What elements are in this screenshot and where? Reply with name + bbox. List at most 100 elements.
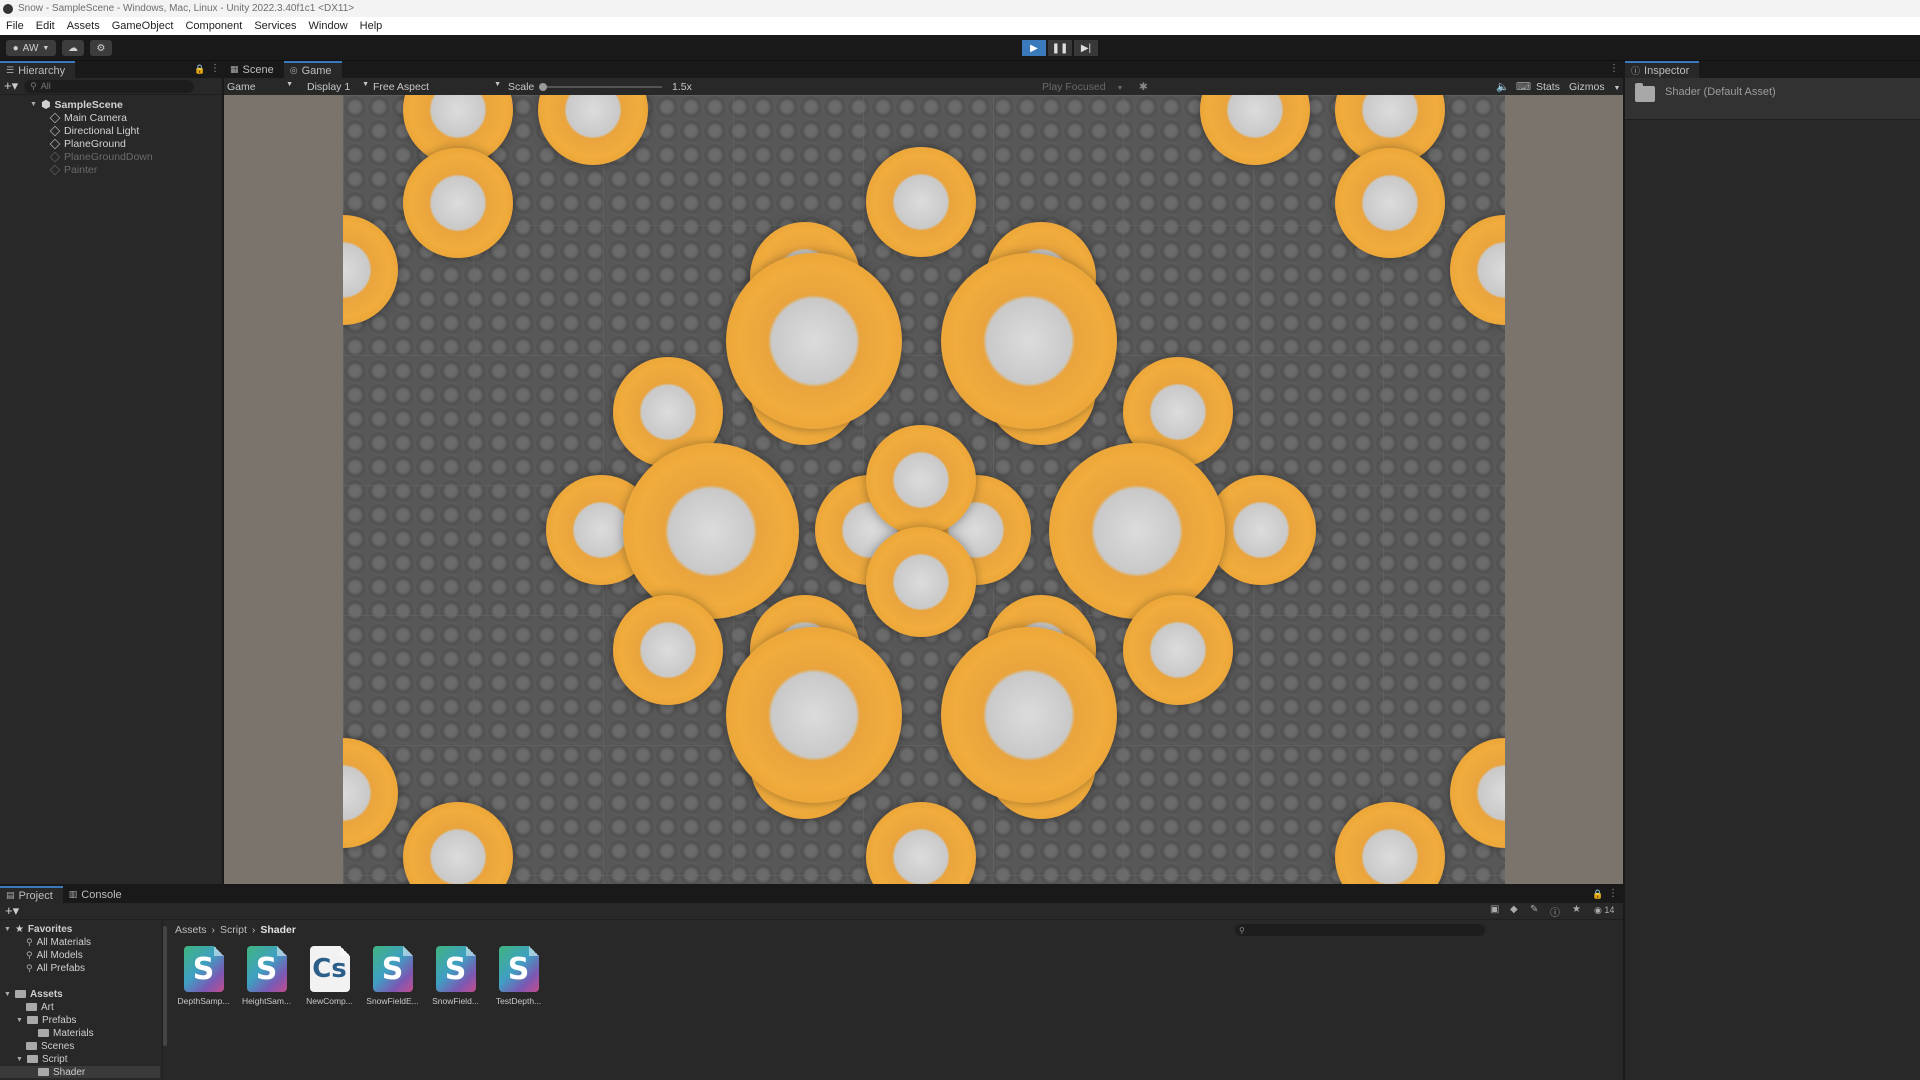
cloud-button[interactable]: ☁ xyxy=(62,40,84,56)
scale-value: 1.5x xyxy=(672,80,692,93)
tab-inspector-label: Inspector xyxy=(1644,64,1690,77)
gameobject-icon xyxy=(49,164,61,175)
asset-item[interactable]: S SnowFieldE... xyxy=(366,946,419,1006)
favorite-all-models[interactable]: ⚲ All Models xyxy=(26,949,83,961)
orb xyxy=(726,253,902,429)
tab-hierarchy[interactable]: ☰ Hierarchy xyxy=(0,61,76,78)
folder-script[interactable]: ▼ Script xyxy=(16,1053,68,1065)
menu-services[interactable]: Services xyxy=(254,20,296,32)
add-icon[interactable]: +▾ xyxy=(5,903,19,919)
tab-console[interactable]: ▥ Console xyxy=(63,886,132,903)
star-icon: ★ xyxy=(14,923,24,935)
asset-grid: S DepthSamp... S HeightSam... Cs NewComp… xyxy=(178,946,542,1006)
favorites-row[interactable]: ▼ ★ Favorites xyxy=(4,923,72,935)
assets-root-row[interactable]: ▼ Assets xyxy=(4,988,63,1000)
favorite-all-materials[interactable]: ⚲ All Materials xyxy=(26,936,91,948)
asset-item[interactable]: S HeightSam... xyxy=(242,946,291,1006)
asset-item[interactable]: S TestDepth... xyxy=(495,946,542,1006)
tab-project-label: Project xyxy=(18,889,53,902)
hierarchy-item-planegrounddown[interactable]: PlaneGroundDown xyxy=(49,150,153,163)
project-search-input[interactable]: ⚲ xyxy=(1235,924,1485,936)
hierarchy-item-label: Painter xyxy=(64,163,98,176)
breadcrumb-script[interactable]: Script xyxy=(220,924,247,936)
title-bar: Snow - SampleScene - Windows, Mac, Linux… xyxy=(0,0,1920,17)
mode-dropdown[interactable]: Game ▼ xyxy=(227,81,297,93)
more-icon[interactable]: ⋮ xyxy=(1609,63,1619,74)
scale-slider[interactable] xyxy=(539,83,662,91)
step-button[interactable]: ▶| xyxy=(1074,40,1098,56)
lock-icon[interactable]: 🔒 xyxy=(194,64,205,75)
menu-gameobject[interactable]: GameObject xyxy=(112,20,174,32)
account-button[interactable]: ● AW ▼ xyxy=(6,40,56,56)
aspect-label: Free Aspect xyxy=(373,80,430,93)
play-focused-dropdown[interactable]: Play Focused ▼ xyxy=(1042,81,1123,93)
tab-inspector[interactable]: ⓘ Inspector xyxy=(1625,61,1700,78)
mute-audio-icon[interactable]: 🔈 xyxy=(1496,80,1509,93)
gameobject-icon xyxy=(49,151,61,162)
hierarchy-item-directional-light[interactable]: Directional Light xyxy=(49,124,139,137)
asset-item[interactable]: S SnowField... xyxy=(432,946,479,1006)
pause-button[interactable]: ❚❚ xyxy=(1048,40,1072,56)
shader-file-icon: S xyxy=(498,946,539,992)
add-icon[interactable]: +▾ xyxy=(4,78,18,94)
filter-type-icon[interactable]: ▣ xyxy=(1490,904,1499,915)
expand-arrow-icon: ▼ xyxy=(16,1055,23,1063)
inspector-panel: ⓘ Inspector Shader (Default Asset) xyxy=(1625,61,1920,1080)
menu-file[interactable]: File xyxy=(6,20,24,32)
tab-game-label: Game xyxy=(301,64,332,77)
menu-assets[interactable]: Assets xyxy=(67,20,100,32)
tab-console-label: Console xyxy=(81,888,122,901)
bug-icon[interactable]: ✱ xyxy=(1139,81,1148,93)
scene-name: SampleScene xyxy=(54,98,123,111)
menu-component[interactable]: Component xyxy=(185,20,242,32)
star-icon[interactable]: ★ xyxy=(1572,904,1581,915)
asset-item[interactable]: S DepthSamp... xyxy=(178,946,230,1006)
breadcrumb: Assets › Script › Shader xyxy=(175,924,296,936)
display-dropdown[interactable]: Display 1 ▼ xyxy=(307,81,369,93)
hierarchy-search-input[interactable]: ⚲ All xyxy=(24,79,195,93)
folder-icon xyxy=(26,1055,38,1063)
folder-prefabs[interactable]: ▼ Prefabs xyxy=(16,1014,76,1026)
menu-edit[interactable]: Edit xyxy=(36,20,55,32)
stats-button[interactable]: Stats xyxy=(1536,81,1560,93)
favorite-all-prefabs[interactable]: ⚲ All Prefabs xyxy=(26,962,85,974)
gameobject-icon xyxy=(49,125,61,136)
breadcrumb-shader[interactable]: Shader xyxy=(260,924,296,936)
hierarchy-item-main-camera[interactable]: Main Camera xyxy=(49,111,127,124)
unity-logo-icon xyxy=(3,3,13,14)
folder-materials[interactable]: Materials xyxy=(38,1027,94,1039)
more-icon[interactable]: ⋮ xyxy=(210,63,220,74)
tab-scene[interactable]: ▦ Scene xyxy=(224,61,284,78)
hierarchy-item-planeground[interactable]: PlaneGround xyxy=(49,137,126,150)
hierarchy-scene-row[interactable]: ▼ ⬢ SampleScene xyxy=(30,98,123,112)
folder-scenes[interactable]: Scenes xyxy=(26,1040,74,1052)
menu-help[interactable]: Help xyxy=(360,20,383,32)
keyboard-icon[interactable]: ⌨ xyxy=(1516,81,1531,93)
scale-slider-handle[interactable] xyxy=(539,83,547,91)
more-icon[interactable]: ⋮ xyxy=(1608,888,1618,899)
orb xyxy=(726,627,902,803)
gizmos-label: Gizmos xyxy=(1569,80,1605,93)
favorites-label: Favorites xyxy=(27,923,73,935)
gizmos-dropdown[interactable]: Gizmos ▼ xyxy=(1569,81,1620,93)
filter-tag-icon[interactable]: ✎ xyxy=(1530,904,1538,915)
collab-button[interactable]: ⚙ xyxy=(90,40,112,56)
hidden-packages-count[interactable]: ◉ 14 xyxy=(1594,905,1614,916)
folder-shader[interactable]: Shader xyxy=(0,1066,160,1078)
tree-scrollbar[interactable] xyxy=(163,926,167,1046)
aspect-dropdown[interactable]: Free Aspect ▼ xyxy=(373,81,501,93)
menu-window[interactable]: Window xyxy=(309,20,348,32)
tab-game[interactable]: ◎ Game xyxy=(283,61,342,78)
folder-art[interactable]: Art xyxy=(26,1001,54,1013)
play-button[interactable]: ▶ xyxy=(1022,40,1046,56)
filter-label-icon[interactable]: ◆ xyxy=(1510,904,1518,915)
hierarchy-item-painter[interactable]: Painter xyxy=(49,163,98,176)
orb xyxy=(866,147,976,257)
game-viewport[interactable] xyxy=(224,95,1623,884)
lock-icon[interactable]: 🔒 xyxy=(1592,889,1603,900)
info-icon[interactable]: ⓘ xyxy=(1550,904,1560,919)
tab-project[interactable]: ▤ Project xyxy=(0,886,63,903)
asset-item[interactable]: Cs NewComp... xyxy=(306,946,353,1006)
scene-game-tabstrip: ▦ Scene ◎ Game ⋮ xyxy=(224,61,1623,78)
breadcrumb-assets[interactable]: Assets xyxy=(175,924,207,936)
